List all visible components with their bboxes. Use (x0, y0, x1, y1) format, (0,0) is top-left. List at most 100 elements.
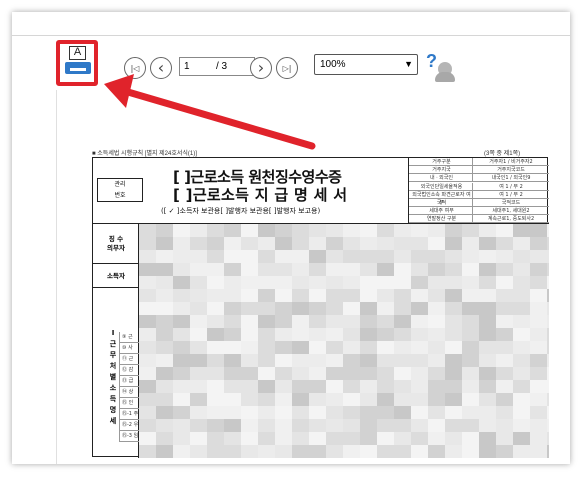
redaction-block (190, 289, 207, 302)
redaction-block (428, 263, 445, 276)
redaction-block (292, 302, 309, 315)
redaction-block (258, 315, 275, 328)
redaction-block (139, 250, 156, 263)
mgmt-label-2: 번호 (114, 192, 126, 199)
redaction-block (394, 263, 411, 276)
redaction-block (394, 354, 411, 367)
redaction-block (241, 276, 258, 289)
redaction-block (258, 419, 275, 432)
section-label-char: 소 (109, 384, 117, 392)
redaction-block (343, 380, 360, 393)
print-button[interactable]: A (56, 40, 98, 86)
section-label-char: 세 (109, 417, 117, 425)
redaction-block (360, 224, 377, 237)
redaction-block (156, 393, 173, 406)
redaction-block (445, 341, 462, 354)
redaction-block (547, 380, 549, 393)
redaction-block (513, 406, 530, 419)
redaction-block (530, 315, 547, 328)
withholder-cell: 징 수 의무자 (93, 224, 139, 264)
redaction-block (241, 341, 258, 354)
redaction-block (190, 250, 207, 263)
redaction-block (224, 315, 241, 328)
income-item: ⑮-2 우 (119, 420, 139, 431)
redaction-block (394, 380, 411, 393)
redaction-block (394, 367, 411, 380)
redaction-block (530, 263, 547, 276)
first-page-button[interactable]: |◁ (124, 57, 146, 79)
redaction-block (275, 419, 292, 432)
redaction-block (394, 302, 411, 315)
previous-page-button[interactable]: ‹ (150, 57, 172, 79)
redaction-block (139, 406, 156, 419)
redaction-block (360, 432, 377, 445)
redaction-block (190, 276, 207, 289)
redaction-block (513, 393, 530, 406)
redaction-block (462, 250, 479, 263)
redaction-block (530, 341, 547, 354)
redaction-block (513, 328, 530, 341)
redaction-block (156, 250, 173, 263)
redaction-block (292, 354, 309, 367)
redaction-block (309, 328, 326, 341)
page-indicator: (3쪽 중 제1쪽) (484, 151, 521, 157)
zoom-select[interactable]: 100% ▼ (314, 54, 418, 75)
redaction-block (496, 432, 513, 445)
redaction-block (292, 406, 309, 419)
redaction-block (428, 406, 445, 419)
redaction-block (513, 445, 530, 458)
current-page-input[interactable]: 1 (184, 58, 190, 75)
redaction-block (173, 276, 190, 289)
redaction-block (479, 315, 496, 328)
redaction-block (513, 419, 530, 432)
redaction-block (207, 328, 224, 341)
page-number-field[interactable]: 1 / 3 (179, 57, 255, 76)
printer-paper-icon: A (69, 46, 86, 60)
residency-value: 계속근로1, 중도퇴사2 (487, 216, 535, 223)
next-page-button[interactable]: › (250, 57, 272, 79)
redaction-block (326, 406, 343, 419)
redaction-block (156, 328, 173, 341)
redaction-block (173, 302, 190, 315)
redaction-block (479, 393, 496, 406)
last-page-button[interactable]: ▷| (276, 57, 298, 79)
redaction-block (479, 354, 496, 367)
redaction-block (496, 237, 513, 250)
redaction-block (173, 406, 190, 419)
total-pages: / 3 (216, 61, 228, 72)
redaction-block (513, 289, 530, 302)
redaction-block (190, 367, 207, 380)
redaction-block (258, 354, 275, 367)
redaction-block (173, 328, 190, 341)
redaction-block (275, 237, 292, 250)
redaction-block (462, 354, 479, 367)
redaction-block (360, 380, 377, 393)
redaction-block (343, 419, 360, 432)
redaction-block (275, 302, 292, 315)
redaction-block (258, 341, 275, 354)
redaction-block (394, 237, 411, 250)
redaction-block (530, 237, 547, 250)
toolbar: A |◁ ‹ 1 / 3 › ▷| 100% ▼ ? (12, 37, 570, 89)
redaction-block (190, 328, 207, 341)
residency-row: 거주구분 거주자1 / 비거주자2 (409, 158, 549, 166)
redaction-block (139, 328, 156, 341)
redaction-block (428, 328, 445, 341)
redaction-block (173, 263, 190, 276)
first-page-icon: |◁ (130, 64, 140, 73)
residency-value: 여 1 / 부 2 (499, 183, 523, 190)
redaction-block (292, 315, 309, 328)
redaction-block (428, 250, 445, 263)
redaction-block (326, 224, 343, 237)
redaction-block (241, 250, 258, 263)
redaction-block (547, 419, 549, 432)
redaction-block (445, 406, 462, 419)
redaction-block (139, 263, 156, 276)
redaction-block (292, 250, 309, 263)
redaction-block (207, 445, 224, 458)
redaction-block (394, 406, 411, 419)
redaction-block (530, 276, 547, 289)
help-icon[interactable]: ? (426, 51, 437, 72)
redaction-block (309, 341, 326, 354)
redaction-block (343, 237, 360, 250)
